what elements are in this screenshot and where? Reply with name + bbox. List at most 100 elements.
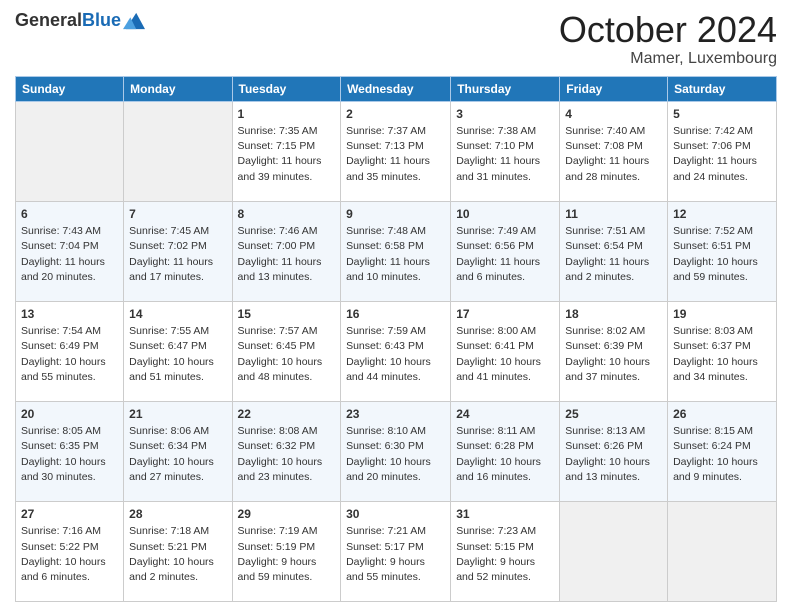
- logo-text: GeneralBlue: [15, 11, 121, 31]
- day-number: 2: [346, 106, 445, 123]
- calendar-cell: 9Sunrise: 7:48 AMSunset: 6:58 PMDaylight…: [341, 201, 451, 301]
- sunset-text: Sunset: 6:41 PM: [456, 340, 534, 352]
- daylight-text: Daylight: 10 hours and 37 minutes.: [565, 356, 650, 383]
- sunrise-text: Sunrise: 8:03 AM: [673, 325, 753, 337]
- sunrise-text: Sunrise: 7:18 AM: [129, 525, 209, 537]
- page-title: October 2024: [559, 10, 777, 50]
- sunrise-text: Sunrise: 7:52 AM: [673, 225, 753, 237]
- col-thursday: Thursday: [451, 76, 560, 101]
- calendar-cell: 30Sunrise: 7:21 AMSunset: 5:17 PMDayligh…: [341, 501, 451, 601]
- daylight-text: Daylight: 11 hours and 10 minutes.: [346, 256, 430, 283]
- sunrise-text: Sunrise: 8:11 AM: [456, 425, 535, 437]
- calendar-cell: 7 Sunrise: 7:45 AM Sunset: 7:02 PM Daylight…: [124, 201, 232, 301]
- calendar-cell: [668, 501, 777, 601]
- sunrise-text: Sunrise: 7:49 AM: [456, 225, 536, 237]
- daylight-text: Daylight: 10 hours and 41 minutes.: [456, 356, 541, 383]
- sunrise-text: Sunrise: 7:55 AM: [129, 325, 209, 337]
- daylight-text: Daylight: 11 hours and 17 minutes.: [129, 256, 213, 283]
- daylight-text: Daylight: 10 hours and 44 minutes.: [346, 356, 431, 383]
- sunset-text: Sunset: 6:35 PM: [21, 440, 99, 452]
- sunrise-text: Sunrise: 7:21 AM: [346, 525, 426, 537]
- day-number: 7: [129, 206, 226, 223]
- sunrise-text: Sunrise: 8:10 AM: [346, 425, 426, 437]
- logo: GeneralBlue: [15, 10, 145, 32]
- calendar-table: Sunday Monday Tuesday Wednesday Thursday…: [15, 76, 777, 602]
- daylight-text: Daylight: 11 hours and 31 minutes.: [456, 155, 540, 182]
- sunset-text: Sunset: 6:28 PM: [456, 440, 534, 452]
- sunset-text: Sunset: 6:34 PM: [129, 440, 207, 452]
- daylight-text: Daylight: 11 hours and 2 minutes.: [565, 256, 649, 283]
- day-number: 14: [129, 306, 226, 323]
- sunrise-text: Sunrise: 7:45 AM: [129, 225, 209, 237]
- daylight-text: Daylight: 10 hours and 34 minutes.: [673, 356, 758, 383]
- calendar-cell: 4Sunrise: 7:40 AMSunset: 7:08 PMDaylight…: [560, 101, 668, 201]
- daylight-text: Daylight: 11 hours and 6 minutes.: [456, 256, 540, 283]
- sunset-text: Sunset: 7:02 PM: [129, 240, 207, 252]
- sunset-text: Sunset: 7:15 PM: [238, 140, 316, 152]
- day-number: 28: [129, 506, 226, 523]
- daylight-text: Daylight: 10 hours and 20 minutes.: [346, 456, 431, 483]
- daylight-text: Daylight: 10 hours and 9 minutes.: [673, 456, 758, 483]
- sunset-text: Sunset: 6:51 PM: [673, 240, 751, 252]
- day-number: 10: [456, 206, 554, 223]
- day-number: 16: [346, 306, 445, 323]
- daylight-text: Daylight: 11 hours and 28 minutes.: [565, 155, 649, 182]
- calendar-cell: 15Sunrise: 7:57 AMSunset: 6:45 PMDayligh…: [232, 301, 341, 401]
- calendar-cell: 28Sunrise: 7:18 AMSunset: 5:21 PMDayligh…: [124, 501, 232, 601]
- daylight-text: Daylight: 11 hours and 13 minutes.: [238, 256, 322, 283]
- calendar-cell: 22Sunrise: 8:08 AMSunset: 6:32 PMDayligh…: [232, 401, 341, 501]
- daylight-text: Daylight: 9 hours and 55 minutes.: [346, 556, 425, 583]
- calendar-cell: 14Sunrise: 7:55 AMSunset: 6:47 PMDayligh…: [124, 301, 232, 401]
- day-number: 9: [346, 206, 445, 223]
- sunset-text: Sunset: 7:00 PM: [238, 240, 316, 252]
- day-number: 3: [456, 106, 554, 123]
- sunset-text: Sunset: 6:49 PM: [21, 340, 99, 352]
- sunset-text: Sunset: 6:24 PM: [673, 440, 751, 452]
- col-tuesday: Tuesday: [232, 76, 341, 101]
- day-number: 22: [238, 406, 336, 423]
- calendar-cell: 11Sunrise: 7:51 AMSunset: 6:54 PMDayligh…: [560, 201, 668, 301]
- day-number: 20: [21, 406, 118, 423]
- sunrise-text: Sunrise: 7:35 AM: [238, 125, 318, 137]
- sunset-text: Sunset: 5:15 PM: [456, 541, 534, 553]
- header: GeneralBlue October 2024 Mamer, Luxembou…: [15, 10, 777, 68]
- daylight-text: Daylight: 10 hours and 13 minutes.: [565, 456, 650, 483]
- sunrise-text: Sunrise: 7:37 AM: [346, 125, 426, 137]
- day-number: 5: [673, 106, 771, 123]
- sunrise-text: Sunrise: 7:16 AM: [21, 525, 101, 537]
- daylight-text: Daylight: 10 hours and 51 minutes.: [129, 356, 214, 383]
- logo-icon: [123, 10, 145, 32]
- calendar-cell: 1Sunrise: 7:35 AMSunset: 7:15 PMDaylight…: [232, 101, 341, 201]
- sunrise-text: Sunrise: 7:42 AM: [673, 125, 753, 137]
- day-number: 31: [456, 506, 554, 523]
- calendar-cell: 25Sunrise: 8:13 AMSunset: 6:26 PMDayligh…: [560, 401, 668, 501]
- sunrise-text: Sunrise: 8:06 AM: [129, 425, 209, 437]
- sunrise-text: Sunrise: 7:19 AM: [238, 525, 318, 537]
- calendar-cell: 8Sunrise: 7:46 AMSunset: 7:00 PMDaylight…: [232, 201, 341, 301]
- sunset-text: Sunset: 7:04 PM: [21, 240, 99, 252]
- calendar-cell: [124, 101, 232, 201]
- day-number: 24: [456, 406, 554, 423]
- daylight-text: Daylight: 10 hours and 59 minutes.: [673, 256, 758, 283]
- calendar-cell: 21Sunrise: 8:06 AMSunset: 6:34 PMDayligh…: [124, 401, 232, 501]
- sunrise-text: Sunrise: 7:40 AM: [565, 125, 645, 137]
- sunrise-text: Sunrise: 7:38 AM: [456, 125, 536, 137]
- calendar-cell: 17Sunrise: 8:00 AMSunset: 6:41 PMDayligh…: [451, 301, 560, 401]
- calendar-cell: 12Sunrise: 7:52 AMSunset: 6:51 PMDayligh…: [668, 201, 777, 301]
- calendar-cell: 16Sunrise: 7:59 AMSunset: 6:43 PMDayligh…: [341, 301, 451, 401]
- sunset-text: Sunset: 5:21 PM: [129, 541, 207, 553]
- sunrise-text: Sunrise: 7:51 AM: [565, 225, 645, 237]
- day-number: 26: [673, 406, 771, 423]
- sunrise-text: Sunrise: 7:48 AM: [346, 225, 426, 237]
- calendar-cell: 24Sunrise: 8:11 AMSunset: 6:28 PMDayligh…: [451, 401, 560, 501]
- sunset-text: Sunset: 7:10 PM: [456, 140, 534, 152]
- calendar-cell: 18Sunrise: 8:02 AMSunset: 6:39 PMDayligh…: [560, 301, 668, 401]
- day-number: 11: [565, 206, 662, 223]
- calendar-cell: 29Sunrise: 7:19 AMSunset: 5:19 PMDayligh…: [232, 501, 341, 601]
- calendar-cell: 31Sunrise: 7:23 AMSunset: 5:15 PMDayligh…: [451, 501, 560, 601]
- day-number: 25: [565, 406, 662, 423]
- day-number: 17: [456, 306, 554, 323]
- sunset-text: Sunset: 6:26 PM: [565, 440, 643, 452]
- calendar-cell: 20Sunrise: 8:05 AMSunset: 6:35 PMDayligh…: [16, 401, 124, 501]
- calendar-cell: 27Sunrise: 7:16 AMSunset: 5:22 PMDayligh…: [16, 501, 124, 601]
